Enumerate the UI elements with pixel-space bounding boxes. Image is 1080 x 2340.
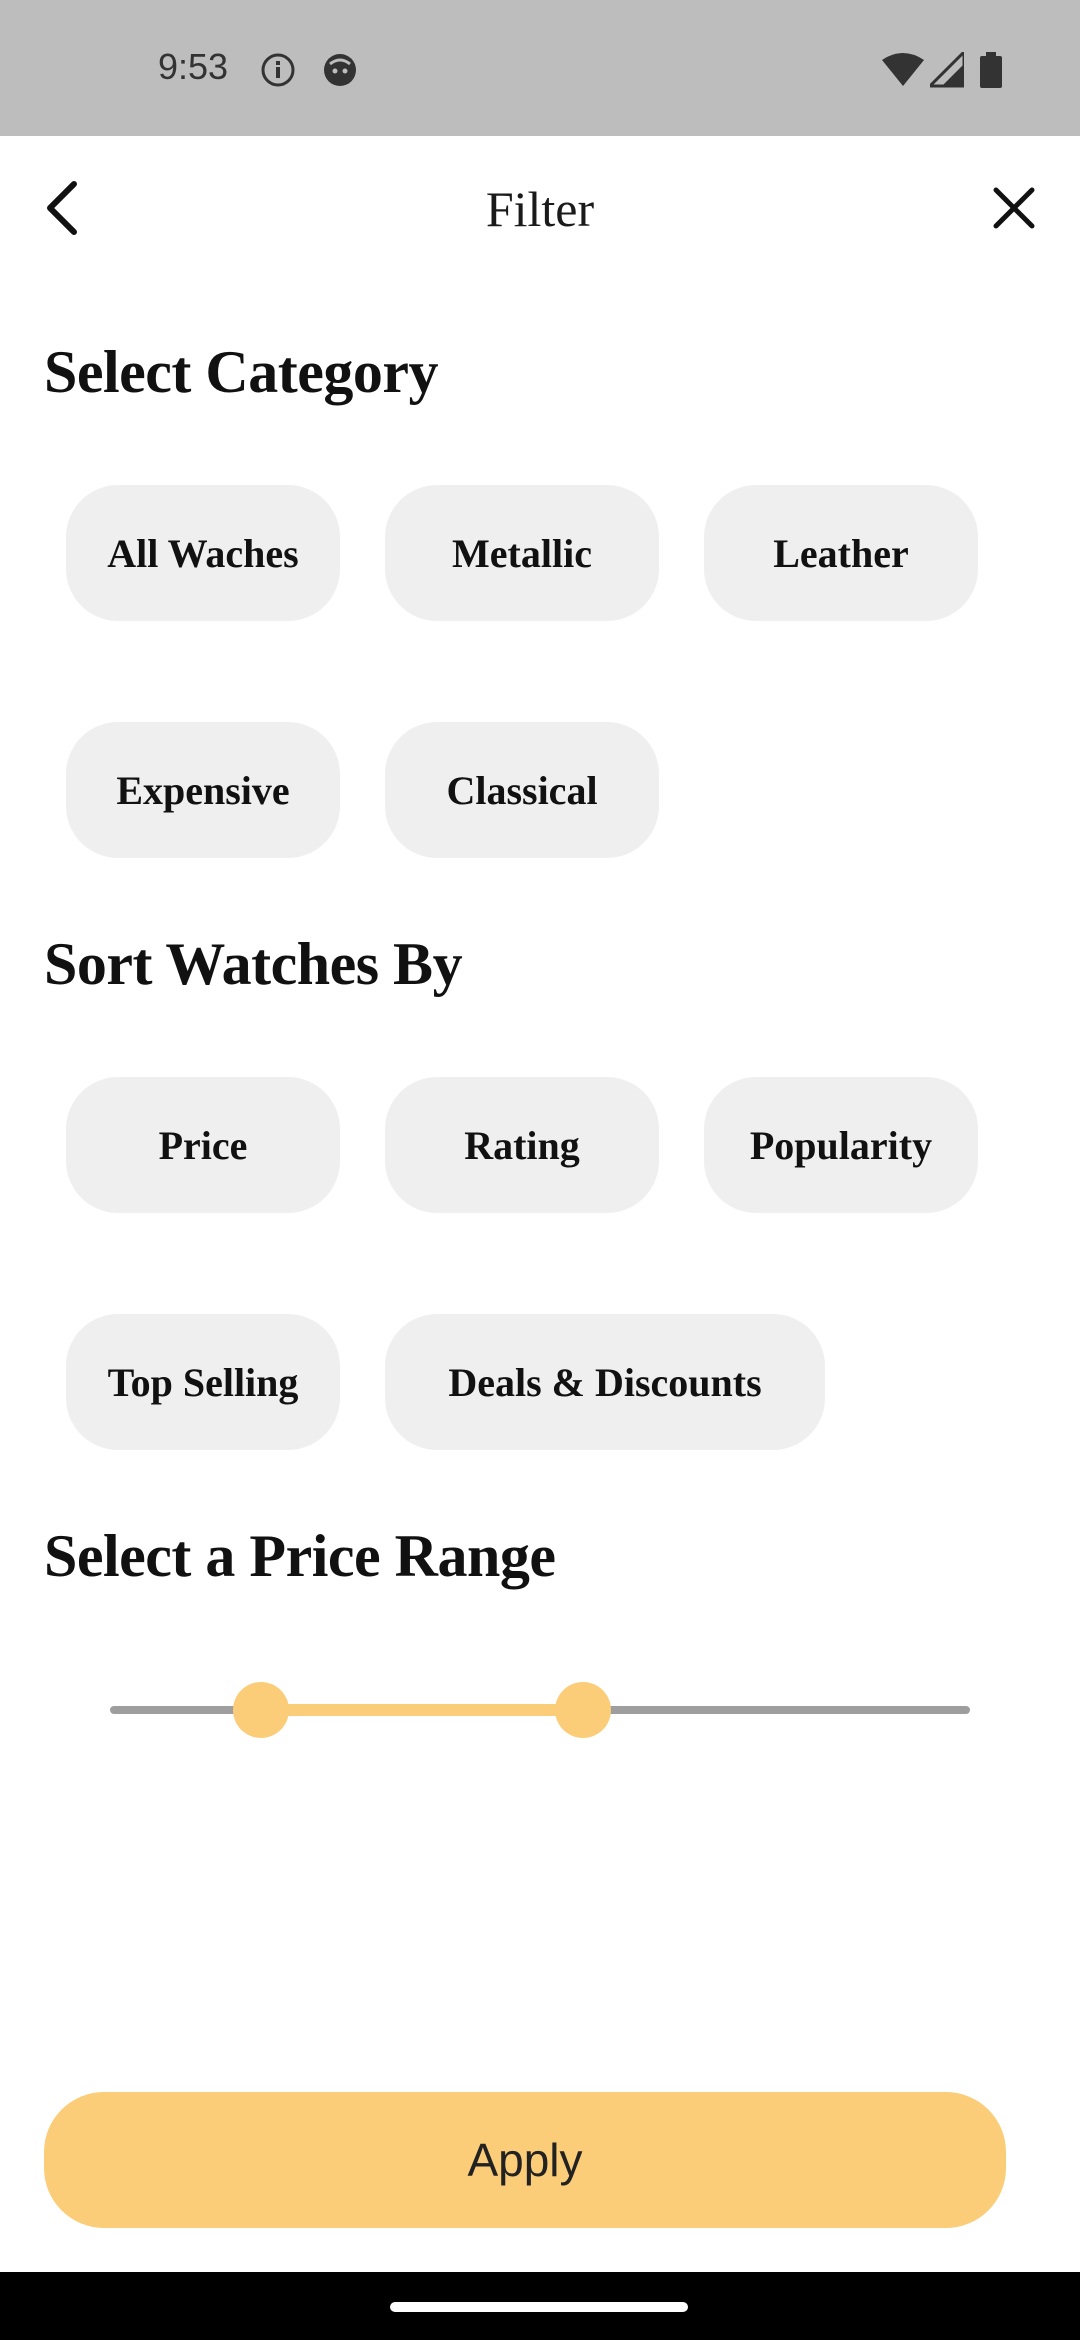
sort-heading: Sort Watches By: [44, 931, 463, 997]
apply-button[interactable]: Apply: [44, 2092, 1006, 2228]
chip-top-selling[interactable]: Top Selling: [66, 1314, 340, 1450]
price-range-slider[interactable]: [110, 1680, 970, 1740]
info-icon: [260, 52, 296, 88]
wifi-icon: [882, 52, 924, 93]
page-title: Filter: [485, 181, 595, 237]
chip-classical[interactable]: Classical: [385, 722, 659, 858]
category-heading: Select Category: [44, 339, 438, 405]
chip-popularity[interactable]: Popularity: [704, 1077, 978, 1213]
close-icon: [993, 187, 1035, 229]
chip-all-waches[interactable]: All Waches: [66, 485, 340, 621]
chip-rating[interactable]: Rating: [385, 1077, 659, 1213]
navigation-bar: [0, 2272, 1080, 2340]
slider-thumb-low[interactable]: [232, 1682, 289, 1738]
chip-metallic[interactable]: Metallic: [385, 485, 659, 621]
signal-icon: [926, 48, 966, 93]
chip-leather[interactable]: Leather: [704, 485, 978, 621]
home-indicator[interactable]: [390, 2302, 688, 2312]
battery-icon: [980, 52, 1002, 93]
status-time: 9:53: [158, 46, 229, 87]
chip-price[interactable]: Price: [66, 1077, 340, 1213]
slider-thumb-high[interactable]: [555, 1682, 611, 1738]
price-range-heading: Select a Price Range: [44, 1523, 556, 1589]
chip-deals-discounts[interactable]: Deals & Discounts: [385, 1314, 825, 1450]
close-button[interactable]: [982, 176, 1046, 240]
top-bar: Filter: [0, 136, 1080, 286]
chip-expensive[interactable]: Expensive: [66, 722, 340, 858]
status-bar: 9:53: [0, 0, 1080, 136]
slider-selected-range: [260, 1704, 583, 1716]
notification-icon: [322, 52, 358, 88]
